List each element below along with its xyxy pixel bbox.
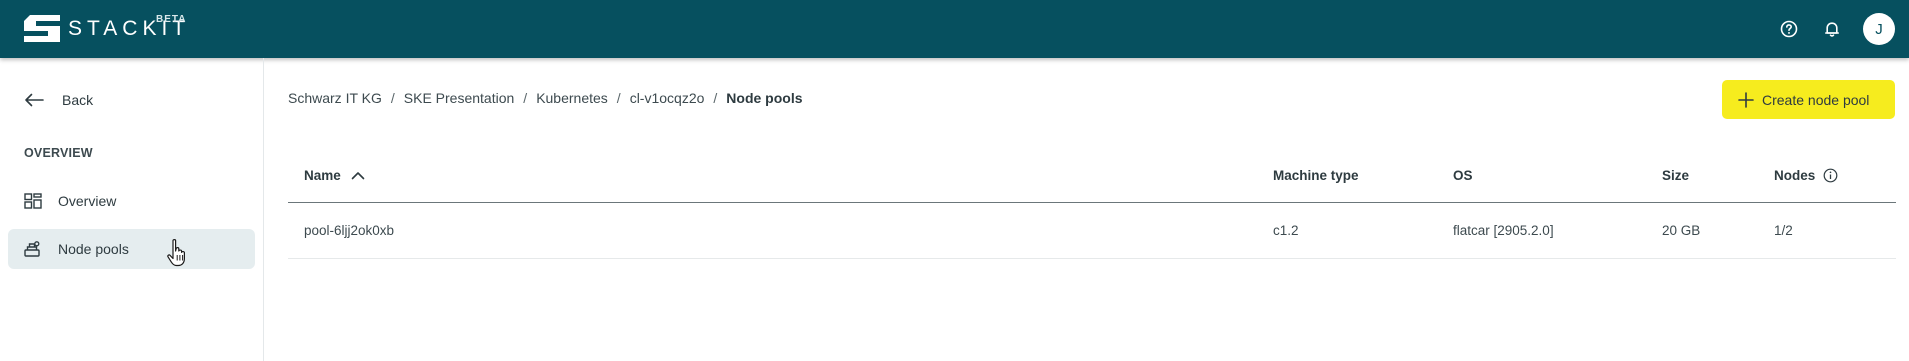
cell-machine-type: c1.2 [1273,202,1453,259]
info-icon[interactable] [1823,168,1838,183]
sidebar-item-node-pools[interactable]: Node pools [8,229,255,269]
breadcrumb-item-organization[interactable]: Schwarz IT KG [288,90,382,106]
sort-ascending-icon[interactable] [351,171,365,180]
plus-icon [1738,91,1754,108]
sidebar-item-label: Overview [58,193,117,209]
column-header-label: OS [1453,168,1473,184]
breadcrumb-item-current: Node pools [726,90,803,106]
dashboard-icon [24,193,42,209]
column-header-label: Name [304,168,341,184]
help-icon[interactable] [1772,12,1806,46]
sidebar-section-label: OVERVIEW [24,146,93,160]
back-label: Back [62,92,94,108]
breadcrumb-item-service[interactable]: Kubernetes [536,90,608,106]
breadcrumb-item-cluster[interactable]: cl-v1ocqz2o [630,90,705,106]
user-avatar[interactable]: J [1863,13,1895,45]
sidebar: Back OVERVIEW Overview Node pools [0,58,264,361]
cell-size: 20 GB [1662,202,1774,259]
breadcrumb: Schwarz IT KG / SKE Presentation / Kuber… [288,90,803,106]
mouse-cursor-icon [167,239,185,267]
back-link[interactable]: Back [24,92,93,108]
cell-name: pool-6ljj2ok0xb [288,202,1273,259]
beta-badge: BETA [156,14,187,25]
column-header-nodes: Nodes [1774,150,1896,203]
breadcrumb-item-project[interactable]: SKE Presentation [404,90,515,106]
column-header-label: Machine type [1273,168,1359,184]
breadcrumb-separator: / [390,90,395,106]
column-header-size: Size [1662,150,1774,203]
column-header-os: OS [1453,150,1662,203]
bell-icon[interactable] [1815,12,1849,46]
create-node-pool-button[interactable]: Create node pool [1722,80,1895,119]
cell-nodes: 1/2 [1774,202,1896,259]
sidebar-item-label: Node pools [58,241,129,257]
column-header-label: Nodes [1774,168,1816,184]
table-row[interactable]: pool-6ljj2ok0xb c1.2 flatcar [2905.2.0] … [288,202,1896,259]
arrow-left-icon [25,93,44,107]
column-header-machine-type: Machine type [1273,150,1453,203]
column-header-label: Size [1662,168,1690,184]
node-pool-icon [24,241,40,257]
top-navigation-bar: STACKIT BETA J [0,0,1909,58]
stackit-logo-icon [24,15,60,42]
breadcrumb-separator: / [616,90,621,106]
node-pools-table: Name Machine type OS Size Nodes pool-6lj… [288,150,1896,259]
cell-os: flatcar [2905.2.0] [1453,202,1662,259]
stackit-logo[interactable]: STACKIT BETA [24,14,190,42]
column-header-name[interactable]: Name [288,150,1273,203]
breadcrumb-separator: / [713,90,718,106]
sidebar-item-overview[interactable]: Overview [8,181,255,221]
table-header-row: Name Machine type OS Size Nodes [288,150,1896,203]
breadcrumb-separator: / [523,90,528,106]
create-node-pool-label: Create node pool [1762,91,1870,108]
